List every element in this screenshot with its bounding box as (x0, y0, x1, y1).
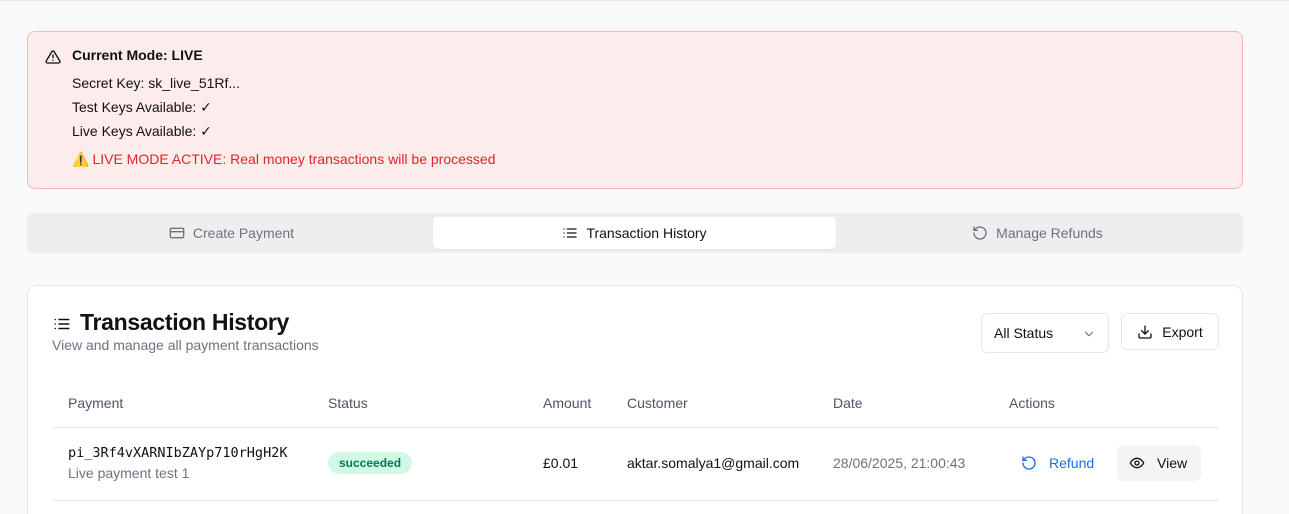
live-mode-warning-text: LIVE MODE ACTIVE: Real money transaction… (92, 151, 496, 167)
tab-transaction-history-label: Transaction History (586, 225, 707, 241)
tab-transaction-history[interactable]: Transaction History (433, 217, 836, 249)
refund-label: Refund (1049, 455, 1095, 471)
column-header-actions: Actions (1009, 395, 1055, 411)
live-mode-alert: Current Mode: LIVE Secret Key: sk_live_5… (27, 31, 1243, 189)
eye-icon (1129, 457, 1145, 469)
card-title: Transaction History (80, 309, 290, 335)
rotate-ccw-icon (1022, 456, 1036, 470)
rotate-ccw-icon (973, 226, 987, 240)
status-filter-value: All Status (994, 325, 1054, 341)
export-button[interactable]: Export (1121, 313, 1219, 350)
payment-date: 28/06/2025, 21:00:43 (833, 455, 966, 471)
column-header-amount: Amount (543, 395, 592, 411)
tab-bar: Create Payment Transaction History Manag… (27, 213, 1243, 253)
column-header-payment: Payment (68, 395, 124, 411)
column-header-date: Date (833, 395, 863, 411)
customer-email: aktar.somalya1@gmail.com (627, 455, 800, 471)
list-icon (54, 318, 70, 330)
card-subtitle: View and manage all payment transactions (52, 337, 319, 353)
export-label: Export (1162, 323, 1203, 340)
table-header-divider (52, 427, 1219, 428)
payment-id: pi_3Rf4vXARNIbZAYp710rHgH2K (68, 445, 288, 461)
top-divider (0, 0, 1289, 1)
refund-button[interactable]: Refund (1009, 445, 1099, 481)
list-icon (563, 228, 578, 238)
payment-amount: £0.01 (543, 455, 579, 471)
column-header-status: Status (328, 395, 368, 411)
credit-card-icon (169, 227, 185, 239)
table-row-divider (52, 500, 1219, 501)
live-keys-text: Live Keys Available: ✓ (72, 123, 212, 139)
tab-manage-refunds[interactable]: Manage Refunds (836, 217, 1239, 249)
alert-title: Current Mode: LIVE (72, 47, 203, 63)
transaction-history-card: Transaction History View and manage all … (27, 285, 1243, 514)
test-keys-text: Test Keys Available: ✓ (72, 99, 212, 115)
secret-key-text: Secret Key: sk_live_51Rf... (72, 75, 241, 91)
status-filter-select[interactable]: All Status (981, 313, 1109, 353)
payment-description: Live payment test 1 (68, 465, 190, 481)
download-icon (1138, 324, 1152, 339)
alert-triangle-icon (45, 50, 61, 64)
status-badge: succeeded (328, 452, 413, 474)
warning-emoji-icon: ⚠️ (72, 151, 90, 167)
chevron-down-icon (1084, 331, 1094, 337)
view-label: View (1157, 455, 1188, 471)
tab-manage-refunds-label: Manage Refunds (996, 225, 1103, 241)
view-button[interactable]: View (1117, 445, 1201, 481)
tab-create-payment-label: Create Payment (192, 225, 295, 241)
tab-create-payment[interactable]: Create Payment (30, 217, 433, 249)
column-header-customer: Customer (627, 395, 688, 411)
live-mode-warning: ⚠️ LIVE MODE ACTIVE: Real money transacti… (72, 151, 496, 168)
